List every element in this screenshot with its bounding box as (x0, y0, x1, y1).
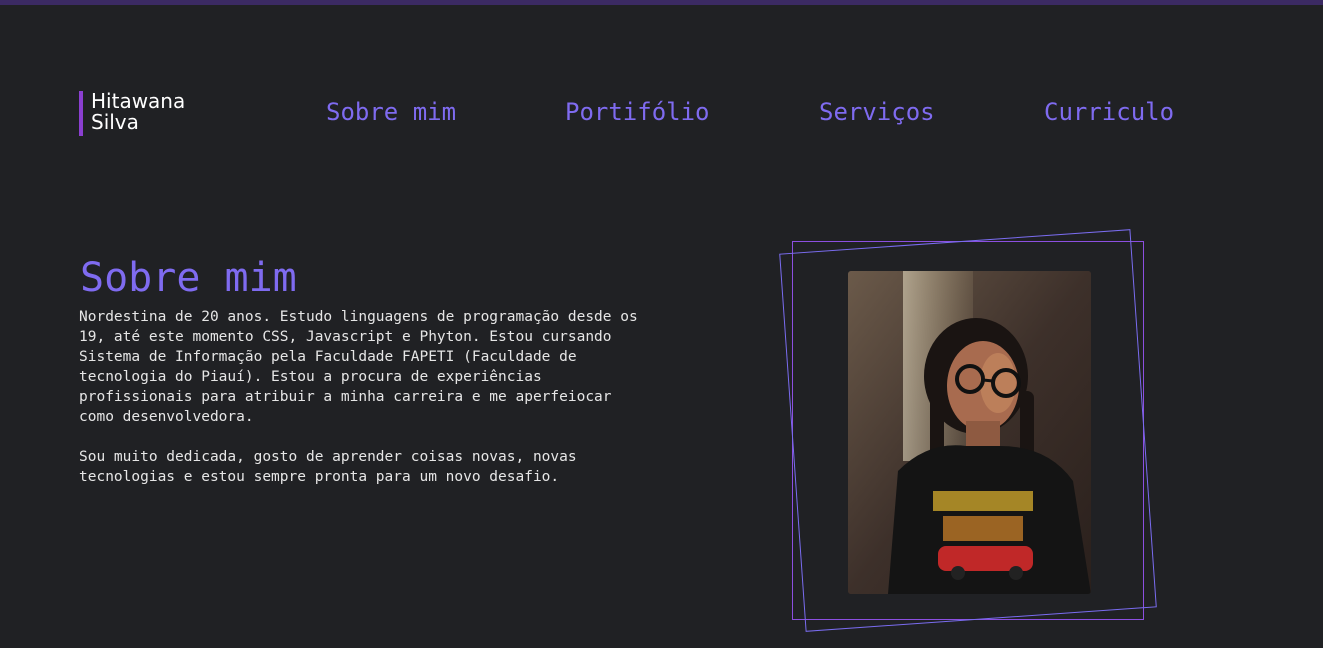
nav-link-curriculo[interactable]: Curriculo (1044, 98, 1174, 126)
about-section-title: Sobre mim (80, 255, 297, 301)
nav-link-sobre-mim[interactable]: Sobre mim (326, 98, 456, 126)
top-accent-bar (0, 0, 1323, 5)
logo-last-name: Silva (91, 110, 139, 134)
about-description: Nordestina de 20 anos. Estudo linguagens… (79, 307, 639, 507)
about-paragraph-2: Sou muito dedicada, gosto de aprender co… (79, 449, 577, 485)
about-paragraph-1: Nordestina de 20 anos. Estudo linguagens… (79, 309, 638, 425)
nav-link-portfolio[interactable]: Portifólio (565, 98, 710, 126)
logo-first-name: Hitawana (91, 89, 186, 113)
nav-link-servicos[interactable]: Serviços (819, 98, 935, 126)
profile-photo (848, 271, 1091, 594)
site-logo[interactable]: Hitawana Silva (79, 91, 219, 136)
